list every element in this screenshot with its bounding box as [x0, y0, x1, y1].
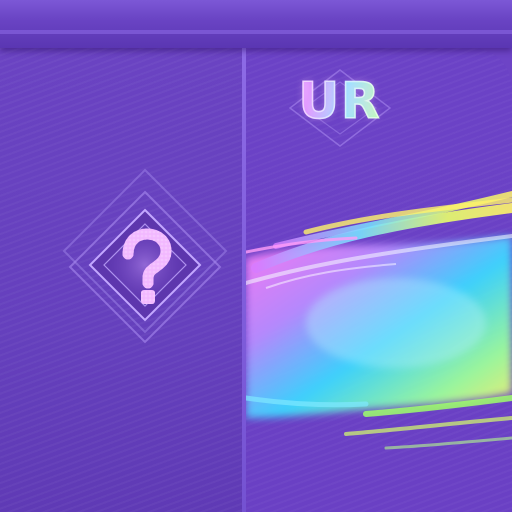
top-rail [0, 0, 512, 48]
holographic-brush-swash [246, 191, 512, 450]
rarity-label: UR [280, 71, 400, 131]
revealed-card[interactable]: UR [246, 48, 512, 512]
rarity-badge: UR [280, 68, 400, 148]
card-frame: UR [0, 48, 512, 512]
hidden-card[interactable] [0, 48, 244, 512]
question-diamond-graphic [62, 168, 228, 344]
card-reveal-screen: UR [0, 0, 512, 512]
question-mark-icon [60, 166, 230, 356]
